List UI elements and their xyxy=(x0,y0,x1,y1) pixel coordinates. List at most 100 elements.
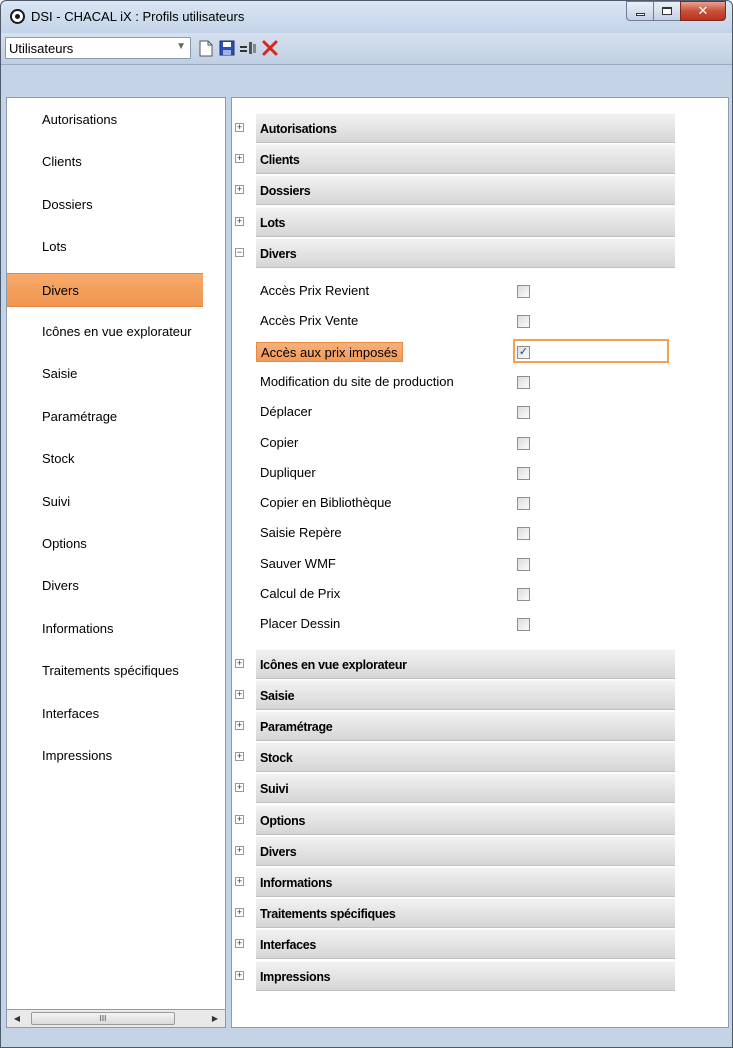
option-row: Calcul de Prix xyxy=(232,579,728,609)
expand-icon[interactable]: + xyxy=(235,752,244,762)
group-header[interactable]: Saisie xyxy=(256,679,675,710)
category-list-hscrollbar[interactable]: ◀ III ▶ xyxy=(6,1010,226,1028)
collapse-icon[interactable]: − xyxy=(235,247,244,257)
group-header[interactable]: Lots xyxy=(256,206,675,237)
option-label[interactable]: Sauver WMF xyxy=(256,554,340,574)
expand-icon[interactable]: + xyxy=(235,185,244,195)
scroll-right-icon[interactable]: ▶ xyxy=(207,1012,223,1025)
option-value-cell[interactable] xyxy=(513,397,673,427)
expand-icon[interactable]: + xyxy=(235,970,244,980)
option-label[interactable]: Accès Prix Revient xyxy=(256,281,373,301)
checkbox[interactable] xyxy=(517,375,530,389)
settings-button[interactable] xyxy=(239,38,257,58)
option-value-cell[interactable] xyxy=(513,609,673,639)
main-window: DSI - CHACAL iX : Profils utilisateurs ✕… xyxy=(0,0,733,1048)
minimize-button[interactable] xyxy=(626,1,653,21)
chevron-down-icon[interactable]: ▼ xyxy=(176,41,186,52)
expand-icon[interactable]: + xyxy=(235,216,244,226)
option-value-cell[interactable] xyxy=(513,518,673,548)
sidebar-item[interactable]: Paramétrage xyxy=(7,400,203,434)
sidebar-item[interactable]: Options xyxy=(7,527,203,561)
sidebar-item[interactable]: Impressions xyxy=(7,739,203,773)
option-label[interactable]: Saisie Repère xyxy=(256,523,346,543)
group-header[interactable]: Icônes en vue explorateur xyxy=(256,648,675,679)
option-label[interactable]: Déplacer xyxy=(256,402,316,422)
group-header[interactable]: Clients xyxy=(256,144,675,175)
option-label[interactable]: Dupliquer xyxy=(256,463,320,483)
checkbox[interactable] xyxy=(517,315,530,329)
scroll-thumb[interactable]: III xyxy=(31,1012,175,1025)
checkbox[interactable] xyxy=(517,557,530,571)
expand-icon[interactable]: + xyxy=(235,845,244,855)
group-header[interactable]: Traitements spécifiques xyxy=(256,898,675,929)
checkbox[interactable] xyxy=(517,588,530,601)
expand-icon[interactable]: + xyxy=(235,721,244,730)
group-header[interactable]: Dossiers xyxy=(256,175,675,206)
expand-icon[interactable]: + xyxy=(235,908,244,918)
option-label[interactable]: Accès Prix Vente xyxy=(256,311,362,331)
expand-icon[interactable]: + xyxy=(235,877,244,886)
expand-icon[interactable]: + xyxy=(235,123,244,132)
option-value-cell[interactable] xyxy=(513,367,673,397)
option-value-cell[interactable] xyxy=(513,488,673,518)
sidebar-item[interactable]: Suivi xyxy=(7,485,203,519)
option-value-cell[interactable]: ✓ xyxy=(513,337,673,367)
option-value-cell[interactable] xyxy=(513,458,673,488)
sidebar-item[interactable]: Stock xyxy=(7,442,203,476)
save-button[interactable] xyxy=(218,38,236,58)
checkbox[interactable] xyxy=(517,466,530,480)
checkbox[interactable] xyxy=(517,285,530,298)
expand-icon[interactable]: + xyxy=(235,783,244,793)
expand-icon[interactable]: + xyxy=(235,154,244,164)
option-label[interactable]: Accès aux prix imposés xyxy=(256,341,403,362)
option-label[interactable]: Calcul de Prix xyxy=(256,584,344,604)
close-button[interactable]: ✕ xyxy=(680,1,726,21)
option-value-cell[interactable] xyxy=(513,306,673,336)
sidebar-item[interactable]: Dossiers xyxy=(7,188,203,222)
sidebar-item[interactable]: Divers xyxy=(7,272,203,307)
checkbox[interactable] xyxy=(517,618,530,632)
new-document-button[interactable] xyxy=(197,38,215,58)
expand-icon[interactable]: + xyxy=(235,658,244,668)
maximize-button[interactable] xyxy=(653,1,680,21)
checkbox-checked[interactable]: ✓ xyxy=(517,345,530,359)
group-header[interactable]: Suivi xyxy=(256,773,675,804)
sidebar-item[interactable]: Traitements spécifiques xyxy=(7,654,203,688)
sidebar-item[interactable]: Lots xyxy=(7,230,203,264)
delete-button[interactable] xyxy=(261,38,279,58)
sidebar-item[interactable]: Divers xyxy=(7,569,203,603)
title-bar[interactable]: DSI - CHACAL iX : Profils utilisateurs ✕ xyxy=(1,1,732,33)
option-label[interactable]: Modification du site de production xyxy=(256,372,458,392)
expand-icon[interactable]: + xyxy=(235,814,244,824)
sidebar-item[interactable]: Informations xyxy=(7,612,203,646)
checkbox[interactable] xyxy=(517,406,530,420)
expand-icon[interactable]: + xyxy=(235,689,244,699)
option-label[interactable]: Copier en Bibliothèque xyxy=(256,493,396,513)
checkbox[interactable] xyxy=(517,436,530,450)
sidebar-item[interactable]: Saisie xyxy=(7,357,203,391)
option-value-cell[interactable] xyxy=(513,428,673,458)
group-header[interactable]: Informations xyxy=(256,867,675,897)
option-label[interactable]: Copier xyxy=(256,433,302,453)
profile-type-combo[interactable]: Utilisateurs ▼ xyxy=(5,37,191,59)
sidebar-item[interactable]: Clients xyxy=(7,145,203,179)
sidebar-item[interactable]: Interfaces xyxy=(7,697,203,731)
group-header[interactable]: Impressions xyxy=(256,960,675,991)
option-label[interactable]: Placer Dessin xyxy=(256,614,344,634)
sidebar-item[interactable]: Icônes en vue explorateur xyxy=(7,315,203,349)
sidebar-item[interactable]: Autorisations xyxy=(7,103,203,137)
group-header[interactable]: Autorisations xyxy=(256,113,675,143)
group-header[interactable]: Divers xyxy=(256,237,675,268)
scroll-left-icon[interactable]: ◀ xyxy=(9,1012,25,1025)
checkbox[interactable] xyxy=(517,497,530,511)
option-value-cell[interactable] xyxy=(513,276,673,306)
expand-icon[interactable]: + xyxy=(235,939,244,949)
group-header[interactable]: Divers xyxy=(256,835,675,866)
option-value-cell[interactable] xyxy=(513,579,673,609)
option-value-cell[interactable] xyxy=(513,549,673,579)
checkbox[interactable] xyxy=(517,527,530,541)
group-header[interactable]: Stock xyxy=(256,742,675,773)
group-header[interactable]: Options xyxy=(256,804,675,835)
group-header[interactable]: Paramétrage xyxy=(256,711,675,741)
group-header[interactable]: Interfaces xyxy=(256,929,675,960)
